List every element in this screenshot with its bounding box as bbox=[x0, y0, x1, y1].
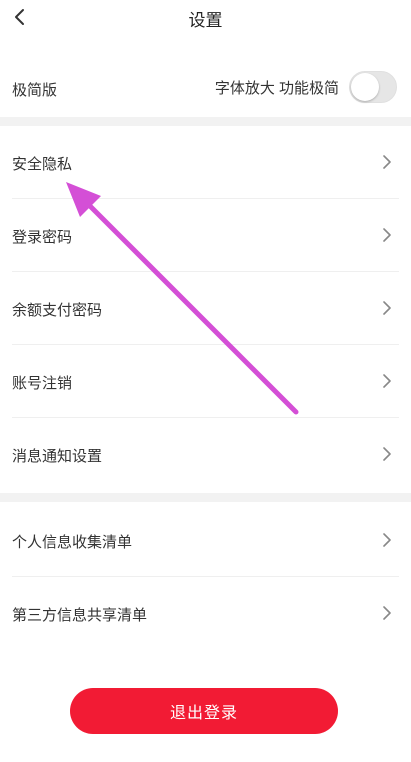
list-item-security-privacy[interactable]: 安全隐私 bbox=[0, 126, 411, 199]
list-item-notification-settings[interactable]: 消息通知设置 bbox=[0, 418, 411, 491]
minimal-mode-hint: 字体放大 功能极简 bbox=[214, 79, 339, 97]
list-item-label: 第三方信息共享清单 bbox=[12, 607, 148, 624]
chevron-right-icon bbox=[383, 374, 391, 388]
list-item-payment-password[interactable]: 余额支付密码 bbox=[0, 272, 411, 345]
minimal-mode-row: 极简版 字体放大 功能极简 bbox=[0, 60, 411, 116]
chevron-right-icon bbox=[383, 533, 391, 547]
chevron-right-icon bbox=[383, 228, 391, 242]
minimal-mode-label: 极简版 bbox=[12, 82, 58, 99]
list-item-label: 个人信息收集清单 bbox=[12, 534, 133, 551]
toggle-knob bbox=[351, 73, 379, 101]
logout-button[interactable]: 退出登录 bbox=[70, 688, 338, 734]
chevron-right-icon bbox=[383, 606, 391, 620]
list-item-account-deletion[interactable]: 账号注销 bbox=[0, 345, 411, 418]
settings-list-privacy: 个人信息收集清单 第三方信息共享清单 bbox=[0, 504, 411, 650]
list-item-label: 安全隐私 bbox=[12, 156, 73, 173]
chevron-right-icon bbox=[383, 301, 391, 315]
list-item-label: 账号注销 bbox=[12, 375, 73, 392]
list-item-label: 余额支付密码 bbox=[12, 302, 103, 319]
section-divider bbox=[0, 117, 411, 126]
section-divider bbox=[0, 493, 411, 502]
list-item-label: 消息通知设置 bbox=[12, 448, 103, 465]
chevron-right-icon bbox=[383, 447, 391, 461]
list-item-third-party-sharing-list[interactable]: 第三方信息共享清单 bbox=[0, 577, 411, 650]
list-item-login-password[interactable]: 登录密码 bbox=[0, 199, 411, 272]
chevron-right-icon bbox=[383, 155, 391, 169]
list-item-personal-info-list[interactable]: 个人信息收集清单 bbox=[0, 504, 411, 577]
page-title: 设置 bbox=[188, 11, 223, 30]
minimal-mode-toggle[interactable] bbox=[349, 71, 397, 103]
header-bar: 设置 bbox=[0, 0, 411, 36]
list-item-label: 登录密码 bbox=[12, 229, 73, 246]
settings-list-main: 安全隐私 登录密码 余额支付密码 账号注销 消息通知设置 bbox=[0, 126, 411, 491]
